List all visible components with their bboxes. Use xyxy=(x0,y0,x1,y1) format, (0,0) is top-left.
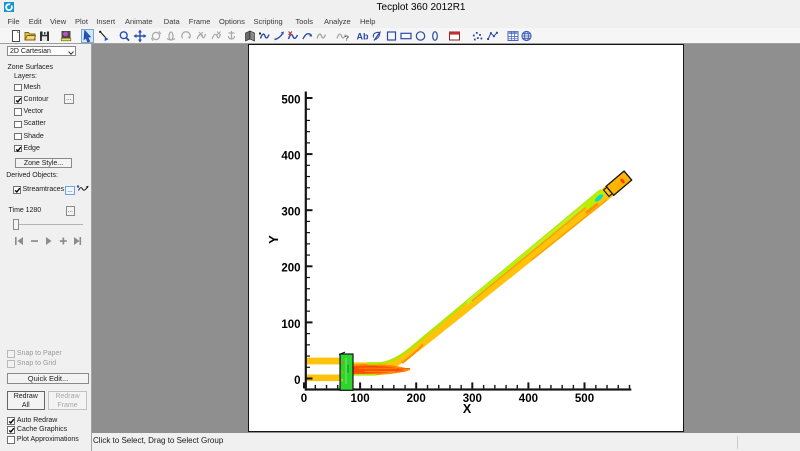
svg-text:200: 200 xyxy=(281,263,300,275)
svg-text:?: ? xyxy=(345,34,350,43)
svg-text:400: 400 xyxy=(519,393,538,405)
svg-text:500: 500 xyxy=(281,94,300,106)
svg-text:100: 100 xyxy=(281,319,300,331)
svg-text:100: 100 xyxy=(351,393,370,405)
svg-text:X: X xyxy=(463,402,472,416)
svg-text:200: 200 xyxy=(407,393,426,405)
svg-text:400: 400 xyxy=(281,151,300,163)
svg-text:500: 500 xyxy=(575,393,594,405)
svg-text:0: 0 xyxy=(301,393,307,405)
svg-text:Y: Y xyxy=(266,235,281,244)
svg-text:300: 300 xyxy=(281,207,300,219)
svg-text:0: 0 xyxy=(294,375,300,387)
svg-text:Ab: Ab xyxy=(357,32,369,42)
